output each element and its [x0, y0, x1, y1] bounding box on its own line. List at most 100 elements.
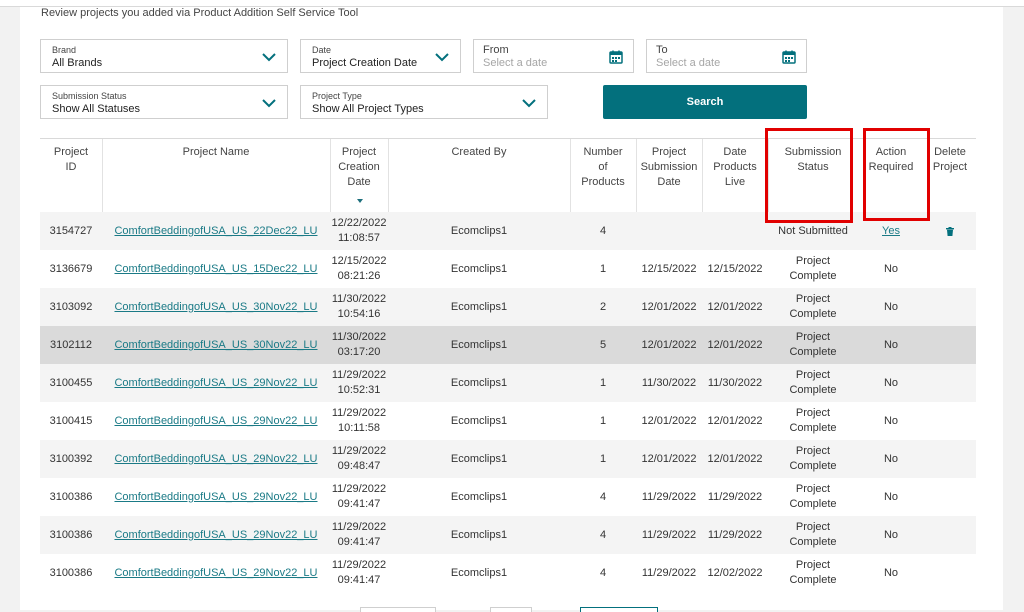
cell-submission-status: Project Complete: [768, 288, 858, 326]
action-required-text[interactable]: Yes: [882, 224, 900, 239]
cell-number-of-products: 1: [570, 440, 636, 478]
table-row[interactable]: 3100455 ComfortBeddingofUSA_US_29Nov22_LU…: [40, 364, 976, 402]
cell-delete-project: [924, 516, 976, 554]
cell-submission-date: 11/29/2022: [636, 478, 702, 516]
created-by-text: Ecomclips1: [450, 300, 508, 313]
sort-desc-icon[interactable]: [357, 199, 363, 203]
cell-products-live-date: 12/01/2022: [702, 288, 768, 326]
project-name-link[interactable]: ComfortBeddingofUSA_US_29Nov22_LU: [114, 452, 317, 467]
status-text: Complete: [789, 422, 837, 434]
cell-creation-date: 11/30/2022 10:54:16: [330, 288, 388, 326]
cell-delete-project: [924, 250, 976, 288]
cell-creation-date: 11/29/2022 09:41:47: [330, 478, 388, 516]
table-row[interactable]: 3100415 ComfortBeddingofUSA_US_29Nov22_LU…: [40, 402, 976, 440]
date-type-select[interactable]: Date Project Creation Date: [300, 39, 461, 73]
creation-time-text: 10:52:31: [337, 384, 381, 396]
project-name-link[interactable]: ComfortBeddingofUSA_US_22Dec22_LU: [114, 224, 317, 239]
to-date-field[interactable]: To Select a date: [646, 39, 807, 73]
cell-action-required: No: [858, 516, 924, 554]
cell-delete-project: [924, 440, 976, 478]
cell-products-live-date: 12/01/2022: [702, 326, 768, 364]
cell-creation-date: 11/29/2022 09:48:47: [330, 440, 388, 478]
project-name-link[interactable]: ComfortBeddingofUSA_US_29Nov22_LU: [114, 566, 317, 581]
creation-date-text: 12/15/2022: [331, 255, 387, 267]
header-text: Number: [583, 146, 623, 158]
project-name-link[interactable]: ComfortBeddingofUSA_US_29Nov22_LU: [114, 490, 317, 505]
highlight-submission-status: [765, 128, 853, 223]
brand-select[interactable]: Brand All Brands: [40, 39, 288, 73]
from-placeholder: Select a date: [483, 57, 548, 69]
table-row[interactable]: 3100386 ComfortBeddingofUSA_US_29Nov22_LU…: [40, 478, 976, 516]
status-text: Complete: [789, 346, 837, 358]
status-text: Project: [795, 331, 831, 343]
submission-date-text: 12/15/2022: [641, 262, 697, 275]
creation-time-text: 09:41:47: [337, 574, 381, 586]
project-name-link[interactable]: ComfortBeddingofUSA_US_29Nov22_LU: [114, 528, 317, 543]
cell-project-name: ComfortBeddingofUSA_US_29Nov22_LU: [102, 516, 330, 554]
status-text: Project: [795, 445, 831, 457]
project-name-link[interactable]: ComfortBeddingofUSA_US_30Nov22_LU: [114, 338, 317, 353]
cell-delete-project: [924, 212, 976, 250]
search-button[interactable]: Search: [603, 85, 807, 119]
header-text: Date: [347, 176, 371, 188]
cell-project-name: ComfortBeddingofUSA_US_30Nov22_LU: [102, 288, 330, 326]
cell-action-required: No: [858, 364, 924, 402]
submission-date-text: 12/01/2022: [641, 452, 697, 465]
table-row[interactable]: 3100386 ComfortBeddingofUSA_US_29Nov22_LU…: [40, 516, 976, 554]
trash-icon[interactable]: [946, 226, 954, 236]
table-row[interactable]: 3136679 ComfortBeddingofUSA_US_15Dec22_LU…: [40, 250, 976, 288]
calendar-icon[interactable]: [609, 50, 623, 64]
products-count-text: 4: [599, 528, 607, 541]
cell-delete-project: [924, 554, 976, 592]
cell-created-by: Ecomclips1: [388, 326, 570, 364]
project-id-text: 3100386: [49, 490, 93, 503]
cell-created-by: Ecomclips1: [388, 250, 570, 288]
calendar-icon[interactable]: [782, 50, 796, 64]
table-row[interactable]: 3103092 ComfortBeddingofUSA_US_30Nov22_LU…: [40, 288, 976, 326]
creation-date-text: 11/30/2022: [331, 331, 387, 343]
status-text: Complete: [789, 536, 837, 548]
header-text: Delete: [934, 146, 966, 158]
cell-products-live-date: 11/29/2022: [702, 516, 768, 554]
submission-status-select[interactable]: Submission Status Show All Statuses: [40, 85, 288, 119]
header-delete-project: Delete Project: [924, 139, 976, 212]
cell-project-name: ComfortBeddingofUSA_US_30Nov22_LU: [102, 326, 330, 364]
column-divider: [388, 139, 389, 212]
header-text: Project: [53, 146, 89, 158]
products-count-text: 1: [599, 414, 607, 427]
cell-submission-status: Project Complete: [768, 516, 858, 554]
created-by-text: Ecomclips1: [450, 414, 508, 427]
project-type-select[interactable]: Project Type Show All Project Types: [300, 85, 548, 119]
project-id-text: 3100455: [49, 376, 93, 389]
from-date-field[interactable]: From Select a date: [473, 39, 634, 73]
cell-submission-date: 12/01/2022: [636, 440, 702, 478]
header-text: Project: [341, 146, 377, 158]
creation-time-text: 10:11:58: [337, 422, 380, 434]
action-required-text: No: [883, 376, 899, 389]
table-row[interactable]: 3100392 ComfortBeddingofUSA_US_29Nov22_LU…: [40, 440, 976, 478]
table-row[interactable]: 3100386 ComfortBeddingofUSA_US_29Nov22_LU…: [40, 554, 976, 592]
cell-creation-date: 11/30/2022 03:17:20: [330, 326, 388, 364]
table-row[interactable]: 3102112 ComfortBeddingofUSA_US_30Nov22_LU…: [40, 326, 976, 364]
status-text: Project: [795, 369, 831, 381]
header-text: of: [598, 161, 608, 173]
project-name-link[interactable]: ComfortBeddingofUSA_US_29Nov22_LU: [114, 414, 317, 429]
project-id-text: 3100386: [49, 528, 93, 541]
status-text: Project: [795, 407, 831, 419]
cell-project-id: 3100386: [40, 478, 102, 516]
status-text: Not Submitted: [778, 224, 848, 237]
project-name-link[interactable]: ComfortBeddingofUSA_US_30Nov22_LU: [114, 300, 317, 315]
cell-project-id: 3100415: [40, 402, 102, 440]
creation-date-text: 11/30/2022: [331, 293, 387, 305]
project-name-link[interactable]: ComfortBeddingofUSA_US_15Dec22_LU: [114, 262, 317, 277]
products-count-text: 4: [599, 490, 607, 503]
project-name-link[interactable]: ComfortBeddingofUSA_US_29Nov22_LU: [114, 376, 317, 391]
creation-time-text: 09:48:47: [337, 460, 381, 472]
cell-project-name: ComfortBeddingofUSA_US_22Dec22_LU: [102, 212, 330, 250]
creation-date-text: 11/29/2022: [331, 407, 387, 419]
submission-date-text: 11/29/2022: [641, 528, 697, 541]
action-required-text: No: [883, 414, 899, 427]
cell-delete-project: [924, 402, 976, 440]
cell-created-by: Ecomclips1: [388, 212, 570, 250]
page-subtitle: Review projects you added via Product Ad…: [41, 7, 359, 19]
